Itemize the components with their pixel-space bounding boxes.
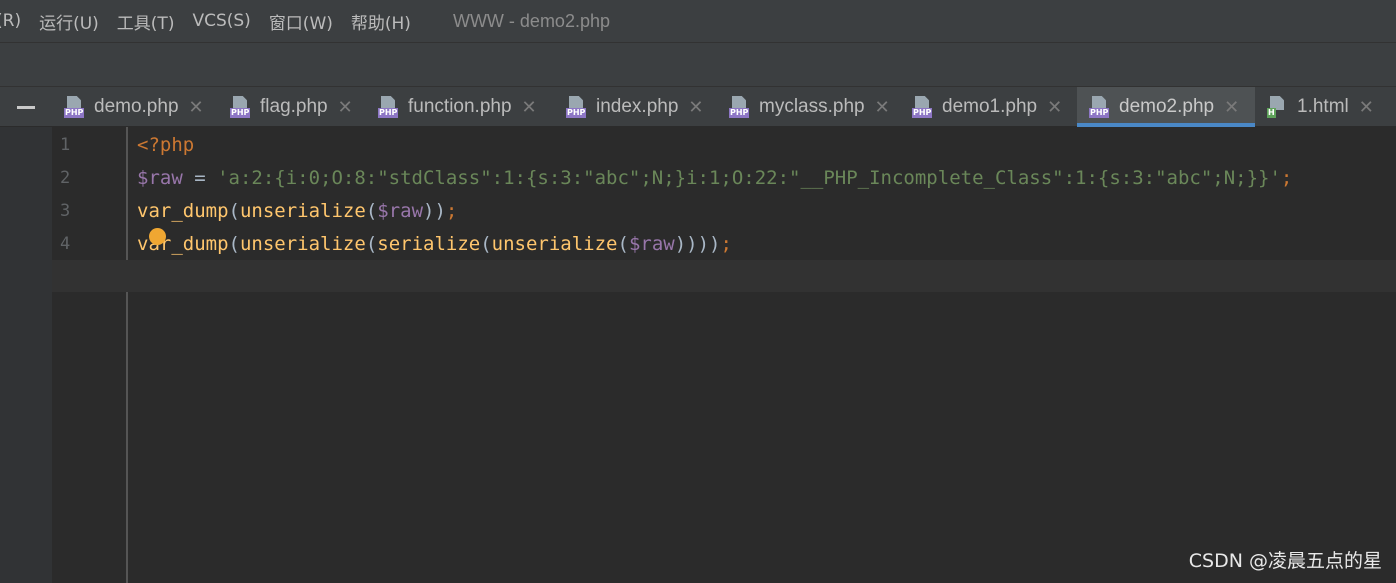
code-token: )) (423, 200, 446, 222)
tab-label: demo.php (94, 96, 179, 117)
tab-demo-php[interactable]: PHP demo.php ✕ (52, 87, 218, 127)
close-icon[interactable]: ✕ (522, 97, 537, 118)
menu-item-vcs[interactable]: VCS(S) (192, 11, 250, 31)
code-token: ( (228, 233, 240, 255)
tab-label: function.php (408, 96, 512, 117)
intention-bulb-icon[interactable] (149, 228, 166, 245)
watermark: CSDN @凌晨五点的星 (1188, 550, 1382, 572)
code-line: $raw = 'a:2:{i:0;O:8:"stdClass":1:{s:3:"… (137, 162, 1292, 195)
code-token: 'a:2:{i:0;O:8:"stdClass":1:{s:3:"abc";N;… (217, 167, 1281, 189)
line-number: 4 (60, 234, 71, 254)
php-file-icon: PHP (378, 96, 400, 118)
tool-window-strip (0, 127, 52, 583)
tab-label: flag.php (260, 96, 328, 117)
php-file-icon: PHP (566, 96, 588, 118)
close-icon[interactable]: ✕ (688, 97, 703, 118)
php-file-icon: PHP (64, 96, 86, 118)
tab-myclass-php[interactable]: PHP myclass.php ✕ (717, 87, 900, 127)
html-file-icon: H (1267, 96, 1289, 118)
code-token: ( (480, 233, 492, 255)
menu-item-refactor[interactable]: (R) (0, 11, 21, 31)
minimize-icon (17, 105, 35, 109)
tab-1-html[interactable]: H 1.html ✕ (1255, 87, 1396, 127)
code-token: unserialize (239, 233, 366, 255)
tab-label: index.php (596, 96, 679, 117)
code-token: ( (228, 200, 240, 222)
php-file-icon: PHP (1089, 96, 1111, 118)
code-line: <?php (137, 129, 1292, 162)
close-icon[interactable]: ✕ (1359, 97, 1374, 118)
menu-item-run[interactable]: 运行(U) (39, 9, 99, 34)
code-line: var_dump(unserialize($raw)); (137, 195, 1292, 228)
code-token: ( (617, 233, 629, 255)
close-icon[interactable]: ✕ (875, 97, 890, 118)
menu-item-tools[interactable]: 工具(T) (117, 9, 175, 34)
close-icon[interactable]: ✕ (189, 97, 204, 118)
tab-label: 1.html (1297, 96, 1349, 117)
code-editor[interactable]: <?php $raw = 'a:2:{i:0;O:8:"stdClass":1:{… (137, 129, 1292, 294)
line-number: 2 (60, 168, 71, 188)
code-token: <?php (137, 134, 195, 156)
menu-item-window[interactable]: 窗口(W) (269, 9, 333, 34)
php-file-icon: PHP (912, 96, 934, 118)
code-line: var_dump(unserialize(serialize(unseriali… (137, 228, 1292, 261)
php-file-icon: PHP (729, 96, 751, 118)
code-token: unserialize (239, 200, 366, 222)
code-token: serialize (377, 233, 481, 255)
line-number-gutter: 12345 (52, 127, 128, 583)
tab-flag-php[interactable]: PHP flag.php ✕ (218, 87, 366, 127)
minimize-panel-button[interactable] (0, 87, 52, 127)
tab-index-php[interactable]: PHP index.php ✕ (554, 87, 717, 127)
line-number: 3 (60, 201, 71, 221)
tab-label: demo1.php (942, 96, 1038, 117)
tab-demo1-php[interactable]: PHP demo1.php ✕ (900, 87, 1077, 127)
tab-demo2-php[interactable]: PHP demo2.php ✕ (1077, 87, 1255, 127)
code-token: ; (445, 200, 458, 222)
code-token: $raw (628, 233, 675, 255)
code-token: ; (720, 233, 732, 255)
code-token: ( (365, 200, 378, 222)
line-number: 1 (60, 135, 71, 155)
code-token: unserialize (491, 233, 618, 255)
close-icon[interactable]: ✕ (1224, 97, 1239, 118)
code-token: $raw (377, 200, 424, 222)
code-token: )))) (674, 233, 721, 255)
close-icon[interactable]: ✕ (338, 97, 353, 118)
code-token: ; (1280, 167, 1293, 189)
close-icon[interactable]: ✕ (1047, 97, 1062, 118)
code-token: ( (365, 233, 378, 255)
code-token: $raw (137, 167, 183, 189)
window-title: WWW - demo2.php (452, 10, 610, 31)
php-file-icon: PHP (230, 96, 252, 118)
menu-bar: (R) 运行(U) 工具(T) VCS(S) 窗口(W) 帮助(H) WWW -… (0, 0, 1396, 43)
tab-label: demo2.php (1119, 96, 1215, 117)
tab-label: myclass.php (759, 96, 865, 117)
code-token: = (182, 167, 218, 189)
menu-item-help[interactable]: 帮助(H) (351, 9, 411, 34)
editor-tab-bar: PHP demo.php ✕ PHP flag.php ✕ PHP function.php ✕… (0, 87, 1396, 127)
tab-function-php[interactable]: PHP function.php ✕ (366, 87, 554, 127)
toolbar (0, 43, 1396, 87)
code-token: var_dump (137, 200, 229, 222)
